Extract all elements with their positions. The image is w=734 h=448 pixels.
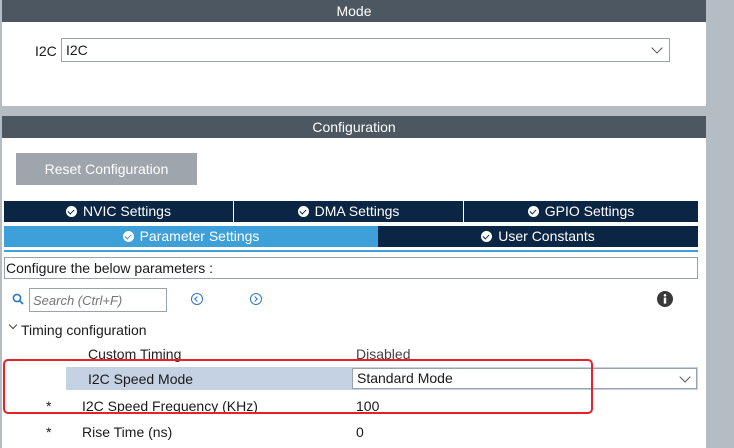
tab-label: DMA Settings	[314, 203, 400, 219]
tab-label: User Constants	[498, 228, 595, 244]
tab-label: NVIC Settings	[83, 203, 171, 219]
check-circle-icon	[297, 206, 309, 217]
check-circle-icon	[527, 206, 539, 217]
chevron-down-icon	[679, 371, 691, 383]
chevron-down-icon	[651, 42, 663, 54]
i2c-mode-select[interactable]: I2C	[61, 38, 670, 62]
check-circle-icon	[122, 231, 134, 242]
chevron-down-icon[interactable]	[8, 320, 18, 330]
param-name-rise-time: Rise Time (ns)	[82, 424, 173, 440]
tab-parameter-settings[interactable]: Parameter Settings	[4, 226, 378, 247]
previous-result-icon[interactable]	[191, 293, 203, 305]
active-tab-underline	[4, 250, 698, 252]
annotation-highlight-box	[3, 359, 593, 414]
required-marker: *	[46, 424, 52, 440]
tab-dma-settings[interactable]: DMA Settings	[234, 201, 464, 222]
configure-parameters-bar: Configure the below parameters :	[4, 257, 698, 279]
check-circle-icon	[481, 231, 493, 242]
tab-nvic-settings[interactable]: NVIC Settings	[4, 201, 234, 222]
i2c-label: I2C	[35, 43, 57, 59]
tab-label: Parameter Settings	[139, 228, 260, 244]
reset-configuration-button[interactable]: Reset Configuration	[16, 153, 197, 185]
param-value-rise-time[interactable]: 0	[356, 421, 364, 443]
tab-user-constants[interactable]: User Constants	[378, 226, 698, 247]
tab-gpio-settings[interactable]: GPIO Settings	[464, 201, 698, 222]
next-result-icon[interactable]	[250, 293, 262, 305]
section-divider	[2, 106, 706, 116]
i2c-mode-value: I2C	[66, 42, 88, 58]
info-icon[interactable]	[657, 291, 673, 307]
mode-header: Mode	[2, 0, 706, 22]
search-input[interactable]	[29, 288, 167, 312]
mode-panel	[2, 22, 706, 106]
tab-label: GPIO Settings	[544, 203, 635, 219]
right-scroll-strip	[706, 0, 734, 448]
check-circle-icon	[66, 206, 78, 217]
configuration-header: Configuration	[2, 116, 706, 138]
timing-configuration-group[interactable]: Timing configuration	[21, 319, 147, 341]
search-icon	[12, 293, 24, 305]
